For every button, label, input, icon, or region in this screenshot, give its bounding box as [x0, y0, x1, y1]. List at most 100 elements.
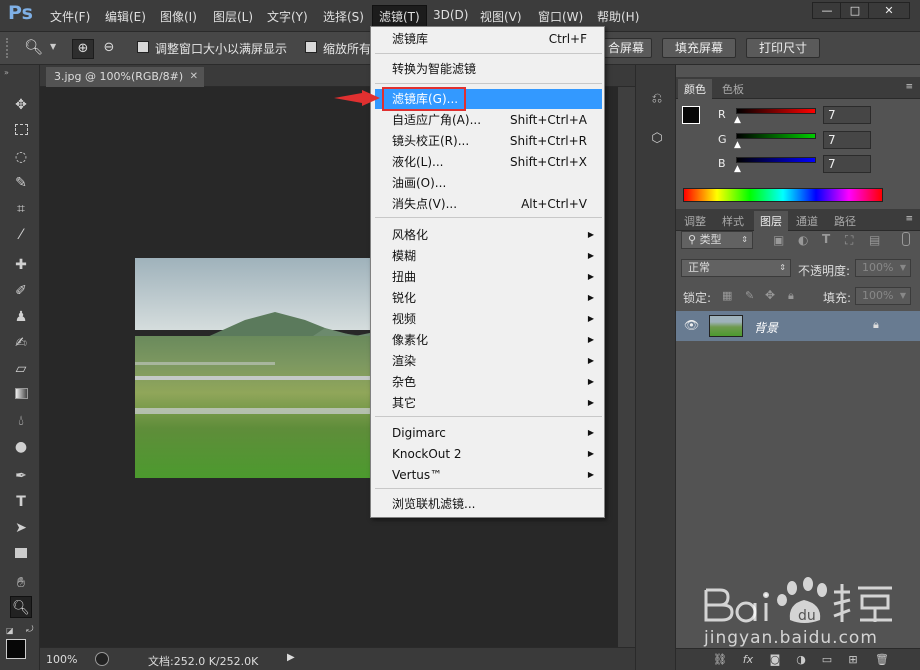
menu-item-knockout[interactable]: KnockOut 2 ▶ — [375, 444, 602, 464]
b-slider[interactable] — [736, 157, 816, 163]
color-foreground-swatch[interactable] — [682, 106, 700, 124]
resize-window-checkbox[interactable] — [137, 41, 149, 53]
r-slider[interactable] — [736, 108, 816, 114]
filter-adjustment-icon[interactable]: ◐ — [798, 233, 808, 247]
menu-item-vertus[interactable]: Vertus™ ▶ — [375, 465, 602, 485]
clone-stamp-tool-icon[interactable]: ♟ — [10, 306, 32, 328]
eyedropper-tool-icon[interactable]: ⁄ — [10, 224, 32, 246]
marquee-tool-icon[interactable] — [10, 120, 32, 142]
b-slider-thumb-icon[interactable]: ▲ — [734, 164, 741, 174]
lock-all-icon[interactable]: 🔒︎ — [788, 289, 794, 303]
menu-item-blur[interactable]: 模糊 ▶ — [375, 246, 602, 266]
foreground-color-swatch[interactable] — [6, 639, 26, 659]
menu-item-video[interactable]: 视频 ▶ — [375, 309, 602, 329]
fit-screen-button[interactable]: 合屏幕 — [600, 38, 652, 58]
menu-item-filter-gallery-last[interactable]: 滤镜库 Ctrl+F — [375, 29, 602, 49]
lock-image-icon[interactable]: ✎ — [745, 289, 754, 302]
swap-colors-icon[interactable]: ⤾ — [26, 625, 34, 635]
filter-toggle-icon[interactable] — [902, 232, 910, 246]
menu-window[interactable]: 窗口(W) — [538, 8, 583, 25]
path-selection-tool-icon[interactable]: ➤ — [10, 517, 32, 539]
pen-tool-icon[interactable]: ✒ — [10, 465, 32, 487]
close-button[interactable]: ✕ — [868, 2, 910, 19]
menu-filter[interactable]: 滤镜(T) — [372, 5, 427, 28]
g-slider-thumb-icon[interactable]: ▲ — [734, 140, 741, 150]
filter-pixel-icon[interactable]: ▣ — [773, 233, 784, 247]
r-value-input[interactable]: 7 — [823, 106, 871, 124]
blend-mode-select[interactable]: 正常 ⇕ — [681, 259, 791, 277]
menu-help[interactable]: 帮助(H) — [597, 8, 639, 25]
menu-item-convert-smart-filters[interactable]: 转换为智能滤镜 — [375, 59, 602, 79]
zoom-tool-preset-icon[interactable]: 🔍︎ — [24, 38, 43, 56]
layer-name[interactable]: 背景 — [754, 319, 778, 336]
menu-item-other[interactable]: 其它 ▶ — [375, 393, 602, 413]
zoom-all-checkbox[interactable] — [305, 41, 317, 53]
filter-smart-object-icon[interactable]: ▤ — [869, 233, 880, 247]
quick-selection-tool-icon[interactable]: ✎ — [10, 172, 32, 194]
hand-tool-icon[interactable]: ✋︎ — [10, 572, 32, 594]
gradient-tool-icon[interactable] — [10, 384, 32, 406]
menu-item-sharpen[interactable]: 锐化 ▶ — [375, 288, 602, 308]
zoom-level[interactable]: 100% — [46, 653, 77, 666]
menu-type[interactable]: 文字(Y) — [267, 8, 308, 25]
print-size-button[interactable]: 打印尺寸 — [746, 38, 820, 58]
filter-type-icon[interactable]: T — [822, 232, 830, 246]
healing-brush-tool-icon[interactable]: ✚ — [10, 254, 32, 276]
menu-edit[interactable]: 编辑(E) — [105, 8, 146, 25]
eraser-tool-icon[interactable]: ▱ — [10, 358, 32, 380]
panel-menu-icon[interactable]: ≡ — [905, 82, 913, 92]
g-slider[interactable] — [736, 133, 816, 139]
tab-layers[interactable]: 图层 — [754, 211, 788, 231]
menu-item-browse-filters-online[interactable]: 浏览联机滤镜... — [375, 494, 602, 514]
fill-screen-button[interactable]: 填充屏幕 — [662, 38, 736, 58]
layer-row[interactable]: 👁︎ 背景 🔒︎ — [676, 311, 920, 341]
menu-item-stylize[interactable]: 风格化 ▶ — [375, 225, 602, 245]
color-spectrum-bar[interactable] — [683, 188, 883, 202]
b-value-input[interactable]: 7 — [823, 155, 871, 173]
menu-select[interactable]: 选择(S) — [323, 8, 364, 25]
document-image[interactable] — [135, 258, 371, 478]
menu-item-adaptive-wide-angle[interactable]: 自适应广角(A)... Shift+Ctrl+A — [375, 110, 602, 130]
menu-item-render[interactable]: 渲染 ▶ — [375, 351, 602, 371]
visibility-eye-icon[interactable]: 👁︎ — [684, 318, 699, 332]
menu-item-distort[interactable]: 扭曲 ▶ — [375, 267, 602, 287]
tab-adjustments[interactable]: 调整 — [684, 213, 706, 229]
layers-panel-menu-icon[interactable]: ≡ — [905, 214, 913, 224]
3d-panel-icon[interactable]: ⬡ — [647, 129, 667, 149]
menu-image[interactable]: 图像(I) — [160, 8, 197, 25]
filter-shape-icon[interactable]: ⛶ — [845, 233, 853, 248]
rectangle-tool-icon[interactable] — [10, 543, 32, 565]
zoom-in-icon[interactable]: ⊕ — [72, 39, 94, 59]
layer-filter-kind-select[interactable]: ⚲ 类型 ⇕ — [681, 231, 753, 249]
type-tool-icon[interactable]: T — [10, 491, 32, 513]
menu-layer[interactable]: 图层(L) — [213, 8, 253, 25]
menu-item-digimarc[interactable]: Digimarc ▶ — [375, 423, 602, 443]
minimize-button[interactable]: — — [812, 2, 842, 19]
dodge-tool-icon[interactable]: ● — [10, 436, 32, 458]
zoom-out-icon[interactable]: ⊖ — [98, 39, 120, 59]
grip-handle[interactable] — [6, 38, 14, 58]
default-colors-icon[interactable]: ◪ — [6, 626, 14, 635]
lock-position-icon[interactable]: ✥ — [765, 288, 775, 302]
close-icon[interactable]: ✕ — [190, 67, 198, 87]
menu-item-pixelate[interactable]: 像素化 ▶ — [375, 330, 602, 350]
chevron-down-icon[interactable]: ▼ — [50, 42, 56, 51]
tab-color[interactable]: 颜色 — [678, 79, 712, 99]
r-slider-thumb-icon[interactable]: ▲ — [734, 115, 741, 125]
history-panel-icon[interactable]: ⎌ — [647, 89, 667, 109]
menu-file[interactable]: 文件(F) — [50, 8, 90, 25]
menu-item-lens-correction[interactable]: 镜头校正(R)... Shift+Ctrl+R — [375, 131, 602, 151]
fill-input[interactable]: 100% ▼ — [855, 287, 911, 305]
tab-swatches[interactable]: 色板 — [722, 81, 744, 97]
move-tool-icon[interactable]: ✥ — [10, 94, 32, 116]
menu-view[interactable]: 视图(V) — [480, 8, 522, 25]
crop-tool-icon[interactable]: ⌗ — [10, 198, 32, 220]
brush-tool-icon[interactable]: ✐ — [10, 280, 32, 302]
document-tab[interactable]: 3.jpg @ 100%(RGB/8#) ✕ — [46, 67, 204, 87]
zoom-tool-icon[interactable]: 🔍︎ — [10, 596, 32, 618]
menu-item-vanishing-point[interactable]: 消失点(V)... Alt+Ctrl+V — [375, 194, 602, 214]
menu-item-oil-paint[interactable]: 油画(O)... — [375, 173, 602, 193]
vertical-scrollbar[interactable] — [618, 87, 635, 647]
status-menu-arrow-icon[interactable]: ▶ — [287, 652, 295, 663]
history-brush-tool-icon[interactable]: ✍ — [10, 332, 32, 354]
